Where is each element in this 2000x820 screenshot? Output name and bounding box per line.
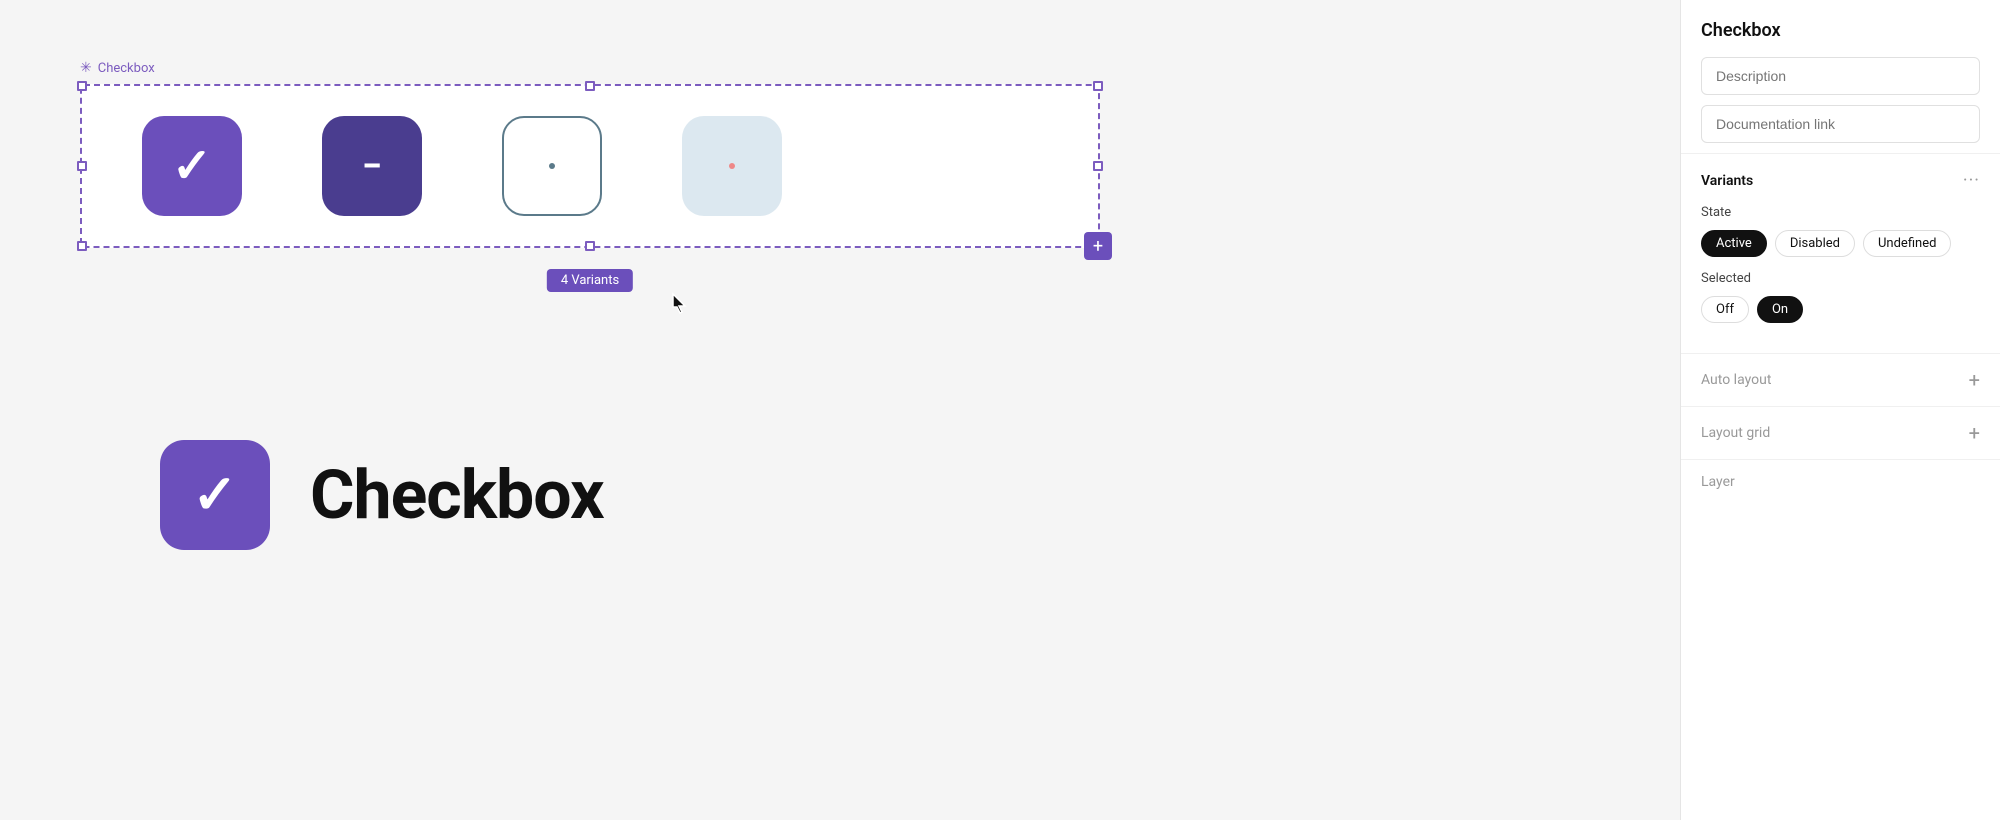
state-pill-undefined[interactable]: Undefined: [1863, 230, 1951, 257]
selected-pill-on[interactable]: On: [1757, 296, 1803, 323]
large-component-label: Checkbox: [310, 455, 604, 535]
variants-title: Variants: [1701, 173, 1753, 189]
auto-layout-label: Auto layout: [1701, 372, 1771, 388]
handle-tm[interactable]: [585, 81, 595, 91]
cursor: [671, 292, 691, 316]
component-icon: ✳: [80, 60, 92, 76]
dot-pink: [729, 163, 735, 169]
handle-mr[interactable]: [1093, 161, 1103, 171]
variants-section: Variants ··· State Active Disabled Undef…: [1681, 153, 2000, 353]
selected-pill-off[interactable]: Off: [1701, 296, 1749, 323]
selection-frame: ✓ − + 4 Variants: [80, 84, 1100, 248]
selected-label: Selected: [1701, 271, 1980, 286]
state-pill-disabled[interactable]: Disabled: [1775, 230, 1855, 257]
variants-badge: 4 Variants: [547, 269, 633, 292]
variants-section-header: Variants ···: [1701, 170, 1980, 191]
add-variant-button[interactable]: +: [1084, 232, 1112, 260]
panel-title: Checkbox: [1681, 0, 2000, 41]
handle-tl[interactable]: [77, 81, 87, 91]
checkbox-variant-active-on[interactable]: ✓: [142, 116, 242, 216]
canvas-area: ✳ Checkbox ✓ −: [0, 0, 1680, 820]
handle-bl[interactable]: [77, 241, 87, 251]
handle-bm[interactable]: [585, 241, 595, 251]
layer-row: Layer: [1681, 459, 2000, 504]
checkbox-variant-disabled-on[interactable]: [502, 116, 602, 216]
layout-grid-row: Layout grid +: [1681, 406, 2000, 459]
component-label: ✳ Checkbox: [80, 60, 1100, 76]
layout-grid-add-button[interactable]: +: [1969, 421, 1980, 445]
auto-layout-row: Auto layout +: [1681, 353, 2000, 406]
layer-label: Layer: [1701, 474, 1735, 490]
checkbox-variant-disabled-off[interactable]: [682, 116, 782, 216]
large-checkmark-icon: ✓: [192, 463, 237, 527]
large-preview: ✓ Checkbox: [160, 440, 604, 550]
right-panel: Checkbox Variants ··· State Active Disab…: [1680, 0, 2000, 820]
state-label: State: [1701, 205, 1980, 220]
checkbox-variant-active-off[interactable]: −: [322, 116, 422, 216]
variants-menu-button[interactable]: ···: [1963, 170, 1980, 191]
handle-tr[interactable]: [1093, 81, 1103, 91]
component-name-label: Checkbox: [98, 61, 155, 76]
description-input[interactable]: [1701, 57, 1980, 95]
handle-ml[interactable]: [77, 161, 87, 171]
state-pill-active[interactable]: Active: [1701, 230, 1767, 257]
auto-layout-add-button[interactable]: +: [1969, 368, 1980, 392]
layout-grid-label: Layout grid: [1701, 425, 1770, 441]
doc-link-input[interactable]: [1701, 105, 1980, 143]
selected-pills: Off On: [1701, 296, 1980, 323]
canvas-content: ✳ Checkbox ✓ −: [80, 60, 1100, 248]
dot-teal: [549, 163, 555, 169]
state-pills: Active Disabled Undefined: [1701, 230, 1980, 257]
large-checkbox-preview: ✓: [160, 440, 270, 550]
checkmark-icon: ✓: [172, 142, 212, 190]
minus-icon: −: [362, 148, 382, 184]
